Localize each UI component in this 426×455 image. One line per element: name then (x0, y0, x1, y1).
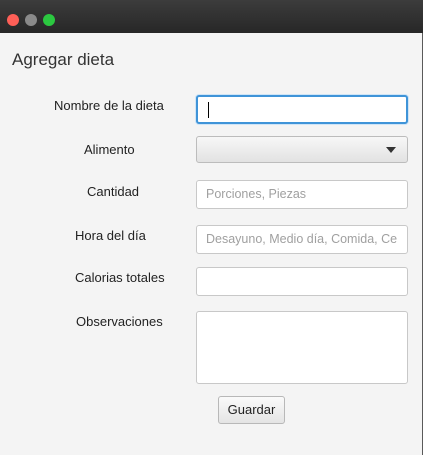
minimize-window-button[interactable] (25, 14, 37, 26)
guardar-button[interactable]: Guardar (218, 396, 285, 424)
calorias-label: Calorias totales (75, 270, 165, 285)
close-window-button[interactable] (7, 14, 19, 26)
hora-label: Hora del día (75, 228, 146, 243)
nombre-input[interactable] (196, 95, 408, 124)
cantidad-input[interactable]: Porciones, Piezas (196, 180, 408, 209)
dropdown-arrow-icon[interactable] (386, 147, 396, 153)
alimento-select[interactable] (196, 136, 408, 163)
text-caret (208, 102, 209, 118)
alimento-label: Alimento (84, 142, 135, 157)
form-title: Agregar dieta (12, 50, 115, 69)
cantidad-label: Cantidad (87, 184, 140, 199)
maximize-window-button[interactable] (43, 14, 55, 26)
observaciones-textarea[interactable] (196, 311, 408, 384)
hora-placeholder: Desayuno, Medio día, Comida, Ce (206, 232, 398, 246)
calorias-input[interactable] (196, 267, 408, 296)
hora-input[interactable]: Desayuno, Medio día, Comida, Ce (196, 225, 408, 254)
title-bar[interactable] (0, 0, 423, 33)
nombre-label: Nombre de la dieta (54, 98, 164, 113)
observaciones-label: Observaciones (76, 314, 163, 329)
cantidad-placeholder: Porciones, Piezas (206, 187, 307, 201)
app-window: Agregar dieta Nombre de la dieta Aliment… (0, 0, 423, 455)
